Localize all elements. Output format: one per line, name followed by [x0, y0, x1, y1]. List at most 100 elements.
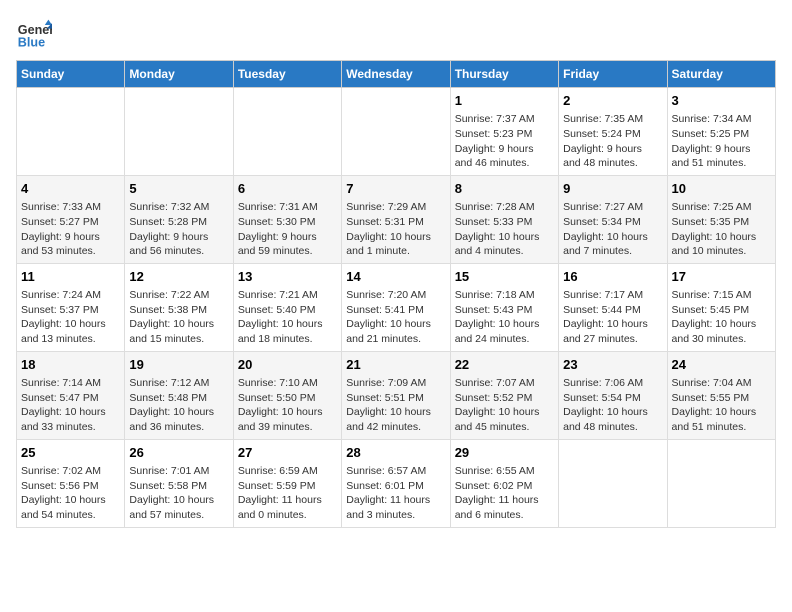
calendar-cell-1-4 [342, 88, 450, 176]
weekday-header-sunday: Sunday [17, 61, 125, 88]
calendar-cell-1-5: 1 Sunrise: 7:37 AM Sunset: 5:23 PM Daylig… [450, 88, 558, 176]
day-number: 3 [672, 92, 771, 110]
calendar-cell-5-3: 27 Sunrise: 6:59 AM Sunset: 5:59 PM Dayli… [233, 439, 341, 527]
calendar-cell-4-5: 22 Sunrise: 7:07 AM Sunset: 5:52 PM Dayli… [450, 351, 558, 439]
day-number: 25 [21, 444, 120, 462]
day-info: Sunrise: 7:27 AM Sunset: 5:34 PM Dayligh… [563, 200, 662, 259]
calendar-cell-5-2: 26 Sunrise: 7:01 AM Sunset: 5:58 PM Dayli… [125, 439, 233, 527]
day-number: 14 [346, 268, 445, 286]
calendar-cell-3-4: 14 Sunrise: 7:20 AM Sunset: 5:41 PM Dayli… [342, 263, 450, 351]
day-info: Sunrise: 7:25 AM Sunset: 5:35 PM Dayligh… [672, 200, 771, 259]
weekday-header-wednesday: Wednesday [342, 61, 450, 88]
week-row-5: 25 Sunrise: 7:02 AM Sunset: 5:56 PM Dayli… [17, 439, 776, 527]
calendar-cell-3-7: 17 Sunrise: 7:15 AM Sunset: 5:45 PM Dayli… [667, 263, 775, 351]
day-info: Sunrise: 7:17 AM Sunset: 5:44 PM Dayligh… [563, 288, 662, 347]
day-info: Sunrise: 6:57 AM Sunset: 6:01 PM Dayligh… [346, 464, 445, 523]
day-info: Sunrise: 7:12 AM Sunset: 5:48 PM Dayligh… [129, 376, 228, 435]
week-row-4: 18 Sunrise: 7:14 AM Sunset: 5:47 PM Dayli… [17, 351, 776, 439]
day-number: 6 [238, 180, 337, 198]
logo-icon: General Blue [16, 16, 52, 52]
calendar-cell-2-5: 8 Sunrise: 7:28 AM Sunset: 5:33 PM Daylig… [450, 175, 558, 263]
calendar-cell-3-5: 15 Sunrise: 7:18 AM Sunset: 5:43 PM Dayli… [450, 263, 558, 351]
weekday-header-friday: Friday [559, 61, 667, 88]
calendar-cell-3-6: 16 Sunrise: 7:17 AM Sunset: 5:44 PM Dayli… [559, 263, 667, 351]
day-number: 4 [21, 180, 120, 198]
calendar-cell-3-3: 13Sunrise: 7:21 AM Sunset: 5:40 PM Dayli… [233, 263, 341, 351]
day-info: Sunrise: 7:33 AM Sunset: 5:27 PM Dayligh… [21, 200, 120, 259]
weekday-header-thursday: Thursday [450, 61, 558, 88]
calendar-cell-2-2: 5 Sunrise: 7:32 AM Sunset: 5:28 PM Daylig… [125, 175, 233, 263]
day-number: 17 [672, 268, 771, 286]
logo: General Blue [16, 16, 56, 52]
day-info: Sunrise: 7:10 AM Sunset: 5:50 PM Dayligh… [238, 376, 337, 435]
day-number: 21 [346, 356, 445, 374]
calendar-table: SundayMondayTuesdayWednesdayThursdayFrid… [16, 60, 776, 528]
day-number: 29 [455, 444, 554, 462]
calendar-cell-3-1: 11Sunrise: 7:24 AM Sunset: 5:37 PM Dayli… [17, 263, 125, 351]
day-number: 1 [455, 92, 554, 110]
day-number: 19 [129, 356, 228, 374]
week-row-2: 4 Sunrise: 7:33 AM Sunset: 5:27 PM Daylig… [17, 175, 776, 263]
day-info: Sunrise: 7:32 AM Sunset: 5:28 PM Dayligh… [129, 200, 228, 259]
calendar-cell-5-5: 29 Sunrise: 6:55 AM Sunset: 6:02 PM Dayli… [450, 439, 558, 527]
day-number: 12 [129, 268, 228, 286]
day-info: Sunrise: 7:15 AM Sunset: 5:45 PM Dayligh… [672, 288, 771, 347]
day-number: 11 [21, 268, 120, 286]
week-row-3: 11Sunrise: 7:24 AM Sunset: 5:37 PM Dayli… [17, 263, 776, 351]
page-header: General Blue [16, 16, 776, 52]
day-number: 8 [455, 180, 554, 198]
day-info: Sunrise: 7:14 AM Sunset: 5:47 PM Dayligh… [21, 376, 120, 435]
calendar-cell-1-6: 2Sunrise: 7:35 AM Sunset: 5:24 PM Daylig… [559, 88, 667, 176]
day-number: 24 [672, 356, 771, 374]
day-info: Sunrise: 7:04 AM Sunset: 5:55 PM Dayligh… [672, 376, 771, 435]
day-number: 28 [346, 444, 445, 462]
calendar-cell-5-1: 25 Sunrise: 7:02 AM Sunset: 5:56 PM Dayli… [17, 439, 125, 527]
day-number: 18 [21, 356, 120, 374]
calendar-cell-1-2 [125, 88, 233, 176]
calendar-cell-4-2: 19 Sunrise: 7:12 AM Sunset: 5:48 PM Dayli… [125, 351, 233, 439]
day-info: Sunrise: 7:01 AM Sunset: 5:58 PM Dayligh… [129, 464, 228, 523]
day-info: Sunrise: 7:02 AM Sunset: 5:56 PM Dayligh… [21, 464, 120, 523]
calendar-cell-2-4: 7 Sunrise: 7:29 AM Sunset: 5:31 PM Daylig… [342, 175, 450, 263]
weekday-header-tuesday: Tuesday [233, 61, 341, 88]
day-info: Sunrise: 7:06 AM Sunset: 5:54 PM Dayligh… [563, 376, 662, 435]
calendar-cell-1-7: 3 Sunrise: 7:34 AM Sunset: 5:25 PM Daylig… [667, 88, 775, 176]
day-info: Sunrise: 7:28 AM Sunset: 5:33 PM Dayligh… [455, 200, 554, 259]
day-info: Sunrise: 6:55 AM Sunset: 6:02 PM Dayligh… [455, 464, 554, 523]
day-number: 23 [563, 356, 662, 374]
day-number: 16 [563, 268, 662, 286]
day-info: Sunrise: 7:07 AM Sunset: 5:52 PM Dayligh… [455, 376, 554, 435]
day-number: 27 [238, 444, 337, 462]
day-number: 9 [563, 180, 662, 198]
weekday-header-row: SundayMondayTuesdayWednesdayThursdayFrid… [17, 61, 776, 88]
day-info: Sunrise: 7:35 AM Sunset: 5:24 PM Dayligh… [563, 112, 662, 171]
day-number: 15 [455, 268, 554, 286]
svg-text:Blue: Blue [18, 36, 45, 50]
day-info: Sunrise: 7:29 AM Sunset: 5:31 PM Dayligh… [346, 200, 445, 259]
weekday-header-saturday: Saturday [667, 61, 775, 88]
calendar-cell-5-4: 28 Sunrise: 6:57 AM Sunset: 6:01 PM Dayli… [342, 439, 450, 527]
calendar-cell-4-4: 21Sunrise: 7:09 AM Sunset: 5:51 PM Dayli… [342, 351, 450, 439]
calendar-body: 1 Sunrise: 7:37 AM Sunset: 5:23 PM Daylig… [17, 88, 776, 528]
day-info: Sunrise: 7:20 AM Sunset: 5:41 PM Dayligh… [346, 288, 445, 347]
day-info: Sunrise: 6:59 AM Sunset: 5:59 PM Dayligh… [238, 464, 337, 523]
calendar-cell-5-7 [667, 439, 775, 527]
day-info: Sunrise: 7:22 AM Sunset: 5:38 PM Dayligh… [129, 288, 228, 347]
day-info: Sunrise: 7:21 AM Sunset: 5:40 PM Dayligh… [238, 288, 337, 347]
day-number: 7 [346, 180, 445, 198]
weekday-header-monday: Monday [125, 61, 233, 88]
calendar-cell-4-3: 20 Sunrise: 7:10 AM Sunset: 5:50 PM Dayli… [233, 351, 341, 439]
calendar-cell-4-6: 23 Sunrise: 7:06 AM Sunset: 5:54 PM Dayli… [559, 351, 667, 439]
calendar-cell-4-7: 24 Sunrise: 7:04 AM Sunset: 5:55 PM Dayli… [667, 351, 775, 439]
day-number: 26 [129, 444, 228, 462]
day-info: Sunrise: 7:18 AM Sunset: 5:43 PM Dayligh… [455, 288, 554, 347]
day-number: 22 [455, 356, 554, 374]
week-row-1: 1 Sunrise: 7:37 AM Sunset: 5:23 PM Daylig… [17, 88, 776, 176]
calendar-cell-5-6 [559, 439, 667, 527]
day-info: Sunrise: 7:34 AM Sunset: 5:25 PM Dayligh… [672, 112, 771, 171]
day-number: 20 [238, 356, 337, 374]
day-info: Sunrise: 7:37 AM Sunset: 5:23 PM Dayligh… [455, 112, 554, 171]
calendar-cell-2-6: 9 Sunrise: 7:27 AM Sunset: 5:34 PM Daylig… [559, 175, 667, 263]
day-number: 5 [129, 180, 228, 198]
day-number: 10 [672, 180, 771, 198]
